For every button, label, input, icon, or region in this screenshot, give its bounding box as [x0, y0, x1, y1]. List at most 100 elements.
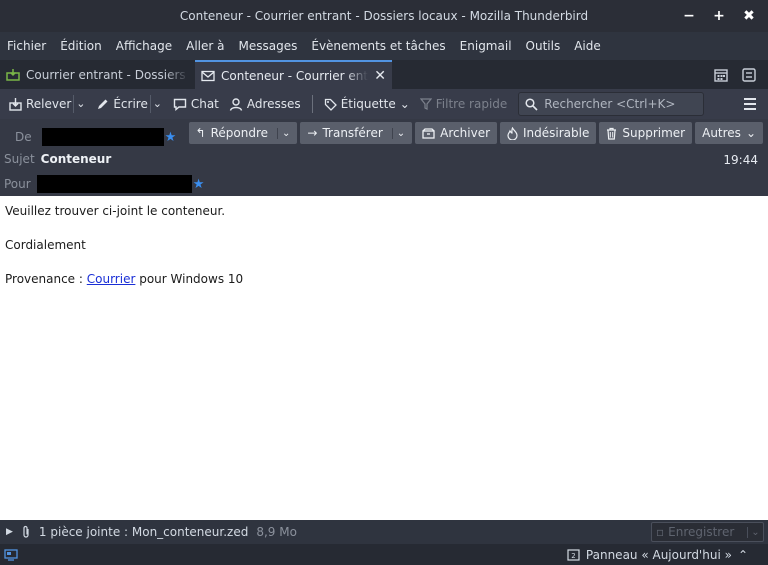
menu-messages[interactable]: Messages: [234, 39, 307, 53]
reply-button[interactable]: ↰ Répondre ⌄: [188, 122, 298, 144]
save-icon: ▫: [656, 525, 665, 539]
tab-message[interactable]: Conteneur - Courrier entrant ✕: [195, 60, 392, 89]
get-mail-dropdown[interactable]: ⌄: [73, 95, 87, 113]
tab-bar: Courrier entrant - Dossiers locaux Conte…: [0, 60, 768, 89]
menu-aide[interactable]: Aide: [569, 39, 610, 53]
menu-affichage[interactable]: Affichage: [111, 39, 181, 53]
attachment-bar: ▶ 1 pièce jointe : Mon_conteneur.zed 8,9…: [0, 520, 768, 544]
window-titlebar: Conteneur - Courrier entrant - Dossiers …: [0, 0, 768, 32]
quick-filter-label: Filtre rapide: [435, 97, 508, 111]
menu-outils[interactable]: Outils: [521, 39, 570, 53]
save-attachment-button[interactable]: ▫ Enregistrer ⌄: [651, 522, 764, 542]
write-label: Écrire: [113, 97, 148, 111]
header-actions: ↰ Répondre ⌄ → Transférer ⌄ Archiver Ind…: [188, 122, 763, 144]
search-icon: [525, 97, 538, 111]
from-row: De ★: [15, 128, 176, 146]
subject-label: Sujet: [4, 152, 35, 166]
save-dropdown[interactable]: ⌄: [747, 526, 763, 538]
message-body: Veuillez trouver ci-joint le conteneur. …: [0, 196, 768, 520]
online-status-icon[interactable]: [4, 548, 18, 561]
app-menu-button[interactable]: [744, 98, 756, 110]
message-header: De ★ ↰ Répondre ⌄ → Transférer ⌄ Archive…: [0, 119, 768, 196]
body-line: Cordialement: [5, 238, 86, 252]
get-mail-icon: [9, 97, 22, 111]
address-book-label: Adresses: [246, 97, 301, 111]
chat-icon: [173, 98, 187, 111]
get-mail-button[interactable]: Relever: [4, 92, 73, 116]
tag-button[interactable]: Étiquette ⌄: [319, 92, 415, 116]
inbox-icon: [6, 68, 20, 81]
menu-bar: Fichier Édition Affichage Aller à Messag…: [0, 32, 768, 60]
address-book-button[interactable]: Adresses: [224, 92, 306, 116]
flame-icon: [507, 126, 518, 140]
more-button[interactable]: Autres ⌄: [695, 122, 763, 144]
today-pane-toggle[interactable]: 2 Panneau « Aujourd'hui » ⌃: [567, 548, 748, 562]
menu-enigmail[interactable]: Enigmail: [455, 39, 521, 53]
chevron-up-icon: ⌃: [737, 547, 748, 562]
chevron-down-icon: ⌄: [745, 126, 756, 140]
junk-button[interactable]: Indésirable: [500, 122, 597, 144]
subject-row: Sujet Conteneur: [4, 152, 111, 166]
get-mail-label: Relever: [26, 97, 72, 111]
to-row: Pour ★: [4, 175, 204, 193]
trash-icon: [607, 127, 617, 140]
window-controls: − + ✖: [676, 0, 762, 32]
calendar-icon[interactable]: [714, 68, 728, 82]
body-signature: Provenance : Courrier pour Windows 10: [5, 272, 244, 286]
tab-inbox[interactable]: Courrier entrant - Dossiers locaux: [0, 60, 195, 89]
minimize-button[interactable]: −: [676, 3, 702, 29]
mail-app-link[interactable]: Courrier: [87, 272, 136, 286]
message-time: 19:44: [723, 153, 758, 167]
main-toolbar: Relever ⌄ Écrire ⌄ Chat Adresses Étiquet…: [0, 89, 768, 119]
attachment-summary[interactable]: 1 pièce jointe : Mon_conteneur.zed: [39, 525, 248, 539]
menu-edition[interactable]: Édition: [55, 39, 111, 53]
reply-dropdown[interactable]: ⌄: [277, 127, 290, 139]
body-line: Veuillez trouver ci-joint le conteneur.: [5, 204, 226, 218]
forward-icon: →: [307, 126, 318, 140]
chat-button[interactable]: Chat: [168, 92, 224, 116]
quick-filter-button[interactable]: Filtre rapide: [415, 92, 513, 116]
search-placeholder: Rechercher <Ctrl+K>: [544, 97, 676, 111]
svg-text:2: 2: [571, 552, 575, 560]
forward-button[interactable]: → Transférer ⌄: [300, 122, 413, 144]
archive-button[interactable]: Archiver: [415, 122, 498, 144]
chat-label: Chat: [190, 97, 219, 111]
star-icon[interactable]: ★: [165, 130, 177, 145]
status-bar: 2 Panneau « Aujourd'hui » ⌃: [0, 544, 768, 565]
from-label: De: [15, 130, 32, 144]
tab-bar-tools: [714, 60, 768, 89]
write-button[interactable]: Écrire: [91, 92, 150, 116]
paperclip-icon: [23, 525, 29, 538]
from-redacted[interactable]: [41, 128, 164, 146]
search-input[interactable]: Rechercher <Ctrl+K>: [518, 92, 705, 116]
pencil-icon: [98, 99, 108, 109]
maximize-button[interactable]: +: [706, 3, 732, 29]
menu-aller-a[interactable]: Aller à: [181, 39, 233, 53]
contacts-icon: [229, 97, 243, 111]
menu-fichier[interactable]: Fichier: [2, 39, 55, 53]
write-dropdown[interactable]: ⌄: [149, 95, 164, 113]
menu-evenements[interactable]: Évènements et tâches: [306, 39, 454, 53]
delete-button[interactable]: Supprimer: [599, 122, 693, 144]
tag-label: Étiquette: [340, 97, 396, 111]
to-redacted[interactable]: [36, 175, 192, 193]
close-tab-icon[interactable]: ✕: [374, 68, 386, 84]
today-pane-label: Panneau « Aujourd'hui »: [585, 547, 732, 562]
chevron-down-icon: ⌄: [399, 97, 410, 111]
toolbar-separator: [311, 95, 313, 113]
to-label: Pour: [4, 177, 31, 191]
forward-dropdown[interactable]: ⌄: [391, 127, 405, 139]
envelope-icon: [201, 70, 215, 81]
tab-label: Courrier entrant - Dossiers locaux: [26, 67, 189, 82]
hamburger-icon: [744, 98, 756, 100]
attachment-size: 8,9 Mo: [256, 525, 297, 539]
tab-label: Conteneur - Courrier entrant: [221, 68, 369, 83]
expand-arrow-icon[interactable]: ▶: [6, 527, 13, 537]
window-title: Conteneur - Courrier entrant - Dossiers …: [179, 9, 589, 23]
tasks-icon[interactable]: [742, 67, 756, 82]
tag-icon: [324, 98, 337, 111]
close-window-button[interactable]: ✖: [736, 3, 762, 29]
filter-icon: [419, 98, 432, 110]
star-icon[interactable]: ★: [193, 177, 205, 192]
subject-value: Conteneur: [40, 152, 112, 166]
